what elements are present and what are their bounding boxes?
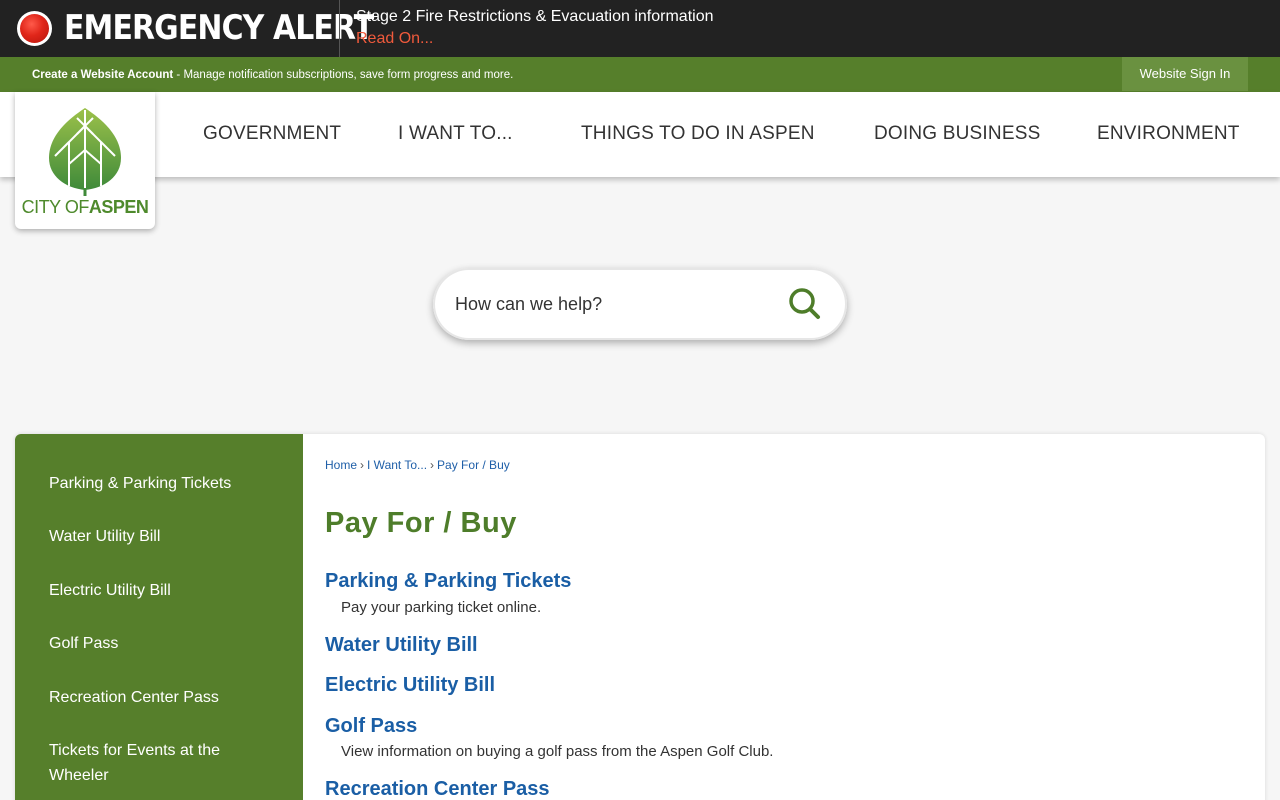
search-input[interactable] [455, 287, 775, 321]
sidebar-item-electric-bill[interactable]: Electric Utility Bill [49, 578, 279, 603]
breadcrumb-separator: › [430, 458, 435, 472]
entry-desc-golf-pass: View information on buying a golf pass f… [341, 743, 774, 760]
logo-text: CITY OFASPEN [21, 197, 149, 217]
create-account-link[interactable]: Create a Website Account [32, 69, 173, 81]
nav-i-want-to[interactable]: I WANT TO... [398, 123, 513, 145]
breadcrumb-home[interactable]: Home [325, 458, 357, 472]
breadcrumb-current[interactable]: Pay For / Buy [437, 458, 510, 472]
search-icon [789, 288, 820, 319]
entry-link-parking[interactable]: Parking & Parking Tickets [325, 569, 571, 593]
page-title: Pay For / Buy [325, 507, 517, 539]
content-card: Parking & Parking Tickets Water Utility … [15, 434, 1265, 800]
breadcrumb-separator: › [360, 458, 365, 472]
entry-link-recreation-pass[interactable]: Recreation Center Pass [325, 777, 550, 800]
search-bar [433, 268, 847, 340]
aspen-leaf-icon [49, 108, 121, 196]
website-sign-in-button[interactable]: Website Sign In [1122, 57, 1248, 91]
alert-message[interactable]: Stage 2 Fire Restrictions & Evacuation i… [356, 7, 714, 27]
alert-read-on-link[interactable]: Read On... [356, 29, 433, 49]
alert-divider [339, 0, 340, 57]
nav-doing-business[interactable]: DOING BUSINESS [874, 123, 1040, 145]
nav-environment[interactable]: ENVIRONMENT [1097, 123, 1240, 145]
nav-government[interactable]: GOVERNMENT [203, 123, 341, 145]
sidebar-item-golf-pass[interactable]: Golf Pass [49, 631, 279, 656]
entry-link-golf-pass[interactable]: Golf Pass [325, 714, 417, 738]
search-button[interactable] [785, 286, 825, 322]
alert-light-icon [17, 11, 52, 46]
city-logo[interactable]: CITY OFASPEN [15, 92, 155, 229]
entry-link-electric-bill[interactable]: Electric Utility Bill [325, 673, 495, 697]
breadcrumb-i-want-to[interactable]: I Want To... [367, 458, 427, 472]
emergency-alert-bar: EMERGENCY ALERT Stage 2 Fire Restriction… [0, 0, 1280, 57]
sidebar: Parking & Parking Tickets Water Utility … [15, 434, 303, 800]
sidebar-item-recreation-pass[interactable]: Recreation Center Pass [49, 685, 279, 710]
entry-desc-parking: Pay your parking ticket online. [341, 599, 542, 616]
alert-title: EMERGENCY ALERT [64, 8, 374, 48]
sidebar-item-wheeler-tickets[interactable]: Tickets for Events at the Wheeler [49, 738, 229, 788]
account-bar: Create a Website Account - Manage notifi… [0, 57, 1280, 92]
sidebar-item-water-bill[interactable]: Water Utility Bill [49, 524, 279, 549]
entry-link-water-bill[interactable]: Water Utility Bill [325, 633, 478, 657]
nav-things-to-do[interactable]: THINGS TO DO IN ASPEN [581, 123, 815, 145]
breadcrumb: Home › I Want To... › Pay For / Buy [325, 457, 510, 473]
sidebar-item-parking[interactable]: Parking & Parking Tickets [49, 471, 279, 496]
account-text: Create a Website Account - Manage notifi… [32, 67, 513, 83]
account-description: - Manage notification subscriptions, sav… [173, 69, 514, 81]
